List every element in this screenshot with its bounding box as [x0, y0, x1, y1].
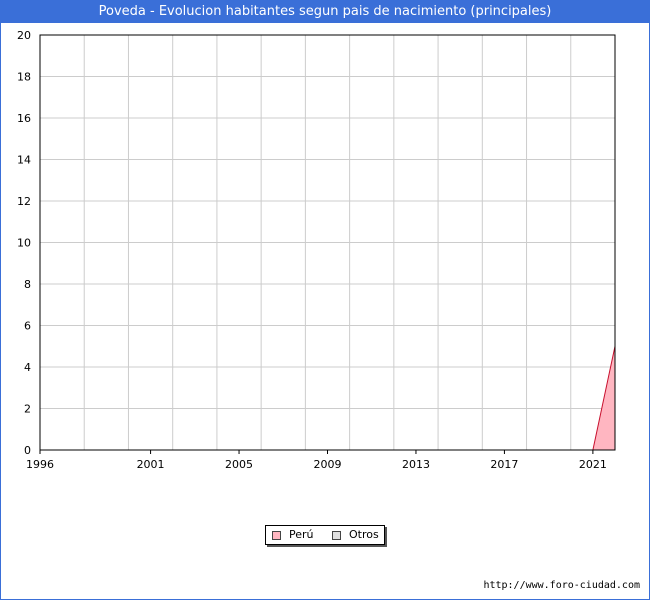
y-tick-label: 8 [24, 278, 31, 291]
x-tick-label: 2005 [225, 458, 253, 471]
legend: Perú Otros [265, 525, 385, 545]
x-tick-label: 2021 [579, 458, 607, 471]
legend-label-otros: Otros [349, 528, 379, 541]
x-tick-label: 2017 [490, 458, 518, 471]
y-tick-label: 0 [24, 444, 31, 457]
chart-svg: 0 2 4 6 8 10 12 14 16 18 20 1996 2001 2005 2009 2013 201… [17, 29, 616, 471]
y-tick-label: 4 [24, 361, 31, 374]
x-tick-label: 2009 [314, 458, 342, 471]
legend-label-peru: Perú [289, 528, 314, 541]
y-tick-label: 6 [24, 320, 31, 333]
source-url: http://www.foro-ciudad.com [483, 580, 640, 591]
y-tick-label: 16 [17, 112, 31, 125]
y-tick-label: 12 [17, 195, 31, 208]
legend-swatch-peru [272, 531, 281, 540]
x-tick-label: 1996 [26, 458, 54, 471]
y-tick-label: 10 [17, 237, 31, 250]
x-tick-label: 2001 [137, 458, 165, 471]
y-tick-label: 20 [17, 29, 31, 42]
legend-swatch-otros [332, 531, 341, 540]
y-tick-label: 2 [24, 403, 31, 416]
y-tick-label: 14 [17, 154, 31, 167]
y-tick-label: 18 [17, 71, 31, 84]
x-tick-label: 2013 [402, 458, 430, 471]
